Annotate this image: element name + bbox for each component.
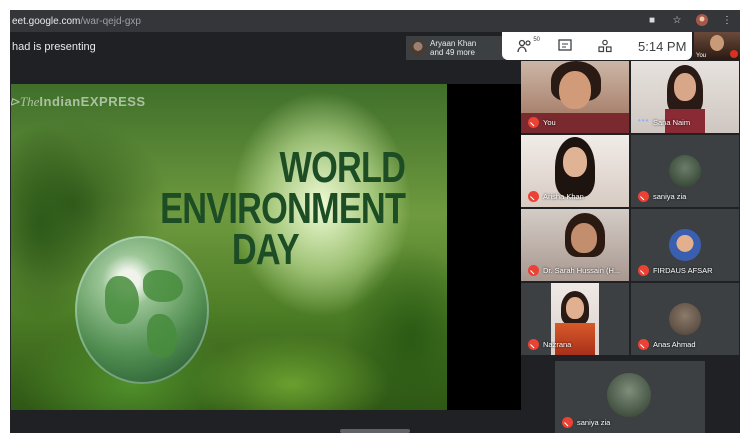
participant-name: saniya zia	[577, 418, 611, 427]
participant-tile[interactable]: ••• Sana Naim	[631, 61, 739, 133]
participant-face	[563, 147, 587, 177]
participant-name: FIRDAUS AFSAR	[653, 266, 713, 275]
participant-name: Anas Ahmad	[653, 340, 696, 349]
participant-face	[566, 297, 584, 319]
participant-name: You	[543, 118, 556, 127]
people-count-badge: 50	[533, 37, 540, 43]
participant-tile[interactable]: saniya zia	[555, 361, 705, 433]
participant-avatar	[669, 229, 701, 261]
participants-chip-text: Aryaan Khan and 49 more	[430, 39, 476, 57]
participant-avatar	[607, 373, 651, 417]
profile-avatar-icon[interactable]	[695, 13, 709, 27]
participant-name: Arisha Khan	[543, 192, 584, 201]
bookmark-star-icon[interactable]: ☆	[670, 13, 684, 27]
chip-line-2: and 49 more	[430, 48, 475, 57]
meet-toolbar: 50 5:14 PM	[502, 32, 692, 60]
url-text[interactable]: eet.google.com/war-qejd-gxp	[12, 16, 141, 27]
participant-avatar	[669, 303, 701, 335]
more-vert-icon[interactable]: ⋮	[720, 13, 734, 27]
participants-chip[interactable]: Aryaan Khan and 49 more	[406, 36, 504, 60]
mic-off-icon	[562, 417, 573, 428]
chip-line-1: Aryaan Khan	[430, 39, 477, 48]
mic-off-icon	[528, 191, 539, 202]
globe-land	[143, 270, 183, 302]
participant-clothing	[555, 323, 595, 355]
bottom-handle	[340, 429, 410, 433]
slide-letterbox	[447, 84, 521, 410]
globe-land	[147, 314, 177, 358]
participant-name: Sana Naim	[653, 118, 691, 127]
mic-off-icon	[638, 265, 649, 276]
people-icon[interactable]: 50	[516, 37, 540, 55]
participant-avatar-icon	[410, 40, 426, 56]
mic-off-icon	[528, 265, 539, 276]
self-face	[710, 35, 724, 51]
presented-slide: ⊳TheIndianEXPRESS WORLD ENVIRONMENT DAY	[11, 84, 447, 410]
participant-tile[interactable]: Anas Ahmad	[631, 283, 739, 355]
slide-title-line-3: DAY	[232, 225, 300, 274]
browser-address-bar[interactable]: eet.google.com/war-qejd-gxp ■ ☆ ⋮	[10, 10, 740, 32]
presenting-label: had is presenting	[12, 41, 96, 53]
mic-off-icon	[638, 191, 649, 202]
participant-name: Dr. Sarah Hussain (H...	[543, 266, 621, 275]
self-view-label: You	[696, 53, 707, 59]
glass-globe-image	[75, 236, 209, 384]
speaking-indicator: •••	[638, 116, 650, 125]
participant-face	[571, 223, 597, 253]
participant-tile[interactable]: saniya zia	[631, 135, 739, 207]
browser-icons: ■ ☆ ⋮	[645, 13, 734, 27]
meeting-clock: 5:14 PM	[638, 38, 687, 54]
camera-icon[interactable]: ■	[645, 13, 659, 27]
participant-face	[674, 73, 696, 101]
mic-off-icon	[528, 339, 539, 350]
participant-tile[interactable]: Nazrana	[521, 283, 629, 355]
activities-icon[interactable]	[596, 37, 614, 55]
chat-icon[interactable]	[556, 37, 574, 55]
meet-window: eet.google.com/war-qejd-gxp ■ ☆ ⋮ had is…	[10, 10, 740, 433]
mic-off-icon	[730, 50, 738, 58]
participant-tile[interactable]: You	[521, 61, 629, 133]
participant-name: saniya zia	[653, 192, 687, 201]
indian-express-watermark: ⊳TheIndianEXPRESS	[11, 94, 146, 109]
participant-tile[interactable]: Dr. Sarah Hussain (H...	[521, 209, 629, 281]
participant-tile[interactable]: FIRDAUS AFSAR	[631, 209, 739, 281]
participant-name: Nazrana	[543, 340, 572, 349]
participant-tile[interactable]: Arisha Khan	[521, 135, 629, 207]
participant-face	[559, 71, 591, 109]
globe-land	[105, 276, 139, 324]
mic-off-icon	[528, 117, 539, 128]
self-view-tile[interactable]: You	[694, 32, 740, 60]
mic-off-icon	[638, 339, 649, 350]
participant-avatar	[669, 155, 701, 187]
